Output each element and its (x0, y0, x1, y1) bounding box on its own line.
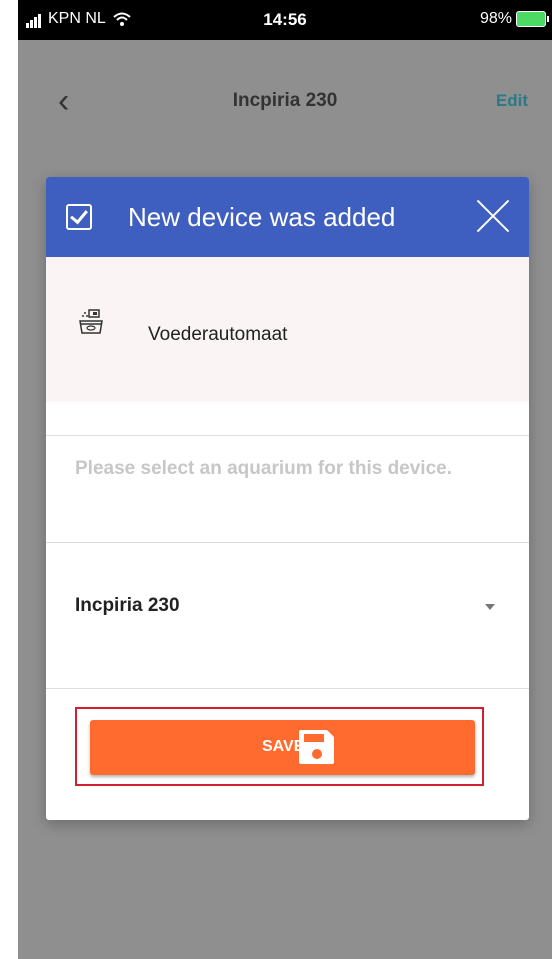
dialog-title: New device was added (128, 202, 396, 232)
close-icon[interactable] (475, 198, 511, 234)
page-title: Incpiria 230 (232, 90, 338, 111)
new-device-dialog: New device was added Voederautomaat Plea… (46, 177, 529, 820)
divider (46, 688, 529, 689)
divider (46, 435, 529, 436)
aquarium-select[interactable]: Incpiria 230 (75, 595, 495, 625)
select-aquarium-hint: Please select an aquarium for this devic… (75, 458, 452, 479)
edit-button[interactable]: Edit (496, 91, 528, 111)
battery-percent: 98% (479, 10, 512, 27)
dropdown-caret-icon (485, 604, 495, 610)
nav-bar: ‹ Incpiria 230 Edit (18, 82, 552, 122)
aquarium-select-value: Incpiria 230 (75, 595, 180, 616)
device-name: Voederautomaat (148, 324, 288, 345)
status-right: 98% (479, 10, 549, 28)
feeder-icon (79, 309, 103, 334)
checkbox-checked-icon (66, 204, 92, 230)
dialog-header: New device was added (46, 177, 529, 257)
save-button[interactable]: SAVE (90, 720, 475, 775)
battery-icon (516, 11, 549, 27)
app-screen: KPN NL 14:56 98% ‹ Incpiria 230 Edit New… (18, 0, 552, 959)
status-bar: KPN NL 14:56 98% (18, 0, 552, 40)
floppy-disk-icon (299, 730, 334, 764)
device-row: Voederautomaat (46, 257, 529, 402)
divider (46, 542, 529, 543)
status-time: 14:56 (263, 10, 307, 29)
